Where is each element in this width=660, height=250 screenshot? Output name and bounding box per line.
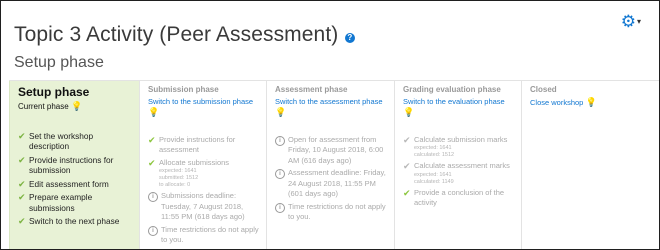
phase-assessment: Assessment phase Switch to the assessmen… (266, 81, 394, 249)
phase-title: Grading evaluation phase (403, 85, 501, 94)
task-list: ✔ Calculate submission marks expected: 1… (403, 135, 516, 209)
phase-title: Assessment phase (275, 85, 348, 94)
close-workshop-link[interactable]: Close workshop 💡 (530, 97, 654, 109)
workshop-panel: Topic 3 Activity (Peer Assessment) ? Set… (0, 0, 660, 250)
task-details: expected: 1641 calculated: 1149 (414, 171, 454, 185)
phase-closed: Closed Close workshop 💡 (521, 81, 659, 249)
list-item[interactable]: ✔ Set the workshop description (18, 131, 134, 152)
info-icon: i (275, 169, 285, 179)
info-icon: i (148, 225, 158, 236)
list-item: ✔ Calculate assessment marks expected: 1… (403, 161, 510, 185)
title-row: Topic 3 Activity (Peer Assessment) ? (14, 23, 355, 53)
task-details: expected: 1641 calculated: 1512 (414, 145, 455, 158)
check-icon: ✔ (403, 134, 411, 145)
list-item[interactable]: ✔ Provide instructions for submission (18, 155, 134, 176)
list-item: ✔ Calculate submission marks expected: 1… (403, 134, 508, 159)
check-icon: ✔ (18, 216, 26, 226)
check-icon: ✔ (148, 134, 156, 145)
list-item: ✔ Allocate submissions expected: 1641 su… (148, 157, 230, 189)
task-list: i Open for assessment from Friday, 10 Aug… (275, 135, 389, 223)
phase-columns: Setup phase Current phase 💡 ✔ Set the wor… (9, 80, 659, 249)
lightbulb-icon[interactable]: 💡 (275, 107, 286, 117)
lightbulb-icon[interactable]: 💡 (148, 107, 159, 117)
info-icon: i (275, 202, 285, 213)
list-item[interactable]: ✔ Edit assessment form (18, 179, 134, 190)
lightbulb-icon[interactable]: 💡 (403, 107, 414, 117)
list-item: i Open for assessment from Friday, 10 Aug… (275, 135, 389, 167)
lightbulb-icon: 💡 (70, 101, 83, 111)
help-icon[interactable]: ? (344, 33, 355, 43)
phase-title: Setup phase (18, 85, 90, 99)
list-item: i Assessment deadline: Friday, 24 August … (275, 168, 389, 200)
list-item: i Time restrictions do not apply to you. (148, 225, 261, 246)
check-icon: ✔ (403, 187, 411, 198)
check-icon: ✔ (18, 130, 26, 141)
gear-icon[interactable]: ⚙ (621, 12, 636, 31)
check-icon: ✔ (18, 154, 26, 165)
check-icon: ✔ (18, 178, 26, 189)
list-item: ✔ Provide instructions for assessment (148, 134, 236, 155)
task-list: ✔ Set the workshop description ✔ Provide i… (18, 131, 134, 227)
page-title: Topic 3 Activity (Peer Assessment) (14, 23, 339, 46)
phase-grading-evaluation: Grading evaluation phase Switch to the e… (394, 81, 521, 249)
list-item: i Time restrictions do not apply to you. (275, 202, 389, 223)
check-icon: ✔ (148, 157, 156, 168)
task-details: expected: 1641 submitted: 1512 to alloca… (159, 168, 199, 188)
current-phase-subtitle: Setup phase (14, 54, 104, 71)
phase-title: Submission phase (148, 85, 219, 94)
info-icon: i (275, 135, 285, 146)
list-item[interactable]: ✔ Switch to the next phase (18, 216, 134, 227)
settings-menu[interactable]: ⚙▾ (621, 12, 641, 32)
info-icon: i (148, 192, 158, 202)
phase-submission: Submission phase Switch to the submissio… (139, 81, 266, 249)
current-phase-label: Current phase 💡 (18, 101, 83, 111)
switch-phase-link[interactable]: Switch to the assessment phase 💡 (275, 97, 389, 119)
list-item[interactable]: ✔ Prepare example submissions (18, 192, 134, 213)
task-list: ✔ Provide instructions for assessment ✔ A… (148, 135, 261, 246)
lightbulb-icon[interactable]: 💡 (585, 97, 596, 107)
phase-title: Closed (530, 85, 557, 94)
switch-phase-link[interactable]: Switch to the submission phase 💡 (148, 97, 261, 119)
switch-phase-link[interactable]: Switch to the evaluation phase 💡 (403, 97, 516, 119)
list-item: ✔ Provide a conclusion of the activity (403, 187, 505, 208)
check-icon: ✔ (403, 161, 411, 171)
list-item: i Submissions deadline: Tuesday, 7 August… (148, 191, 261, 223)
phase-setup: Setup phase Current phase 💡 ✔ Set the wor… (9, 81, 139, 249)
check-icon: ✔ (18, 192, 26, 202)
chevron-down-icon[interactable]: ▾ (637, 17, 641, 26)
